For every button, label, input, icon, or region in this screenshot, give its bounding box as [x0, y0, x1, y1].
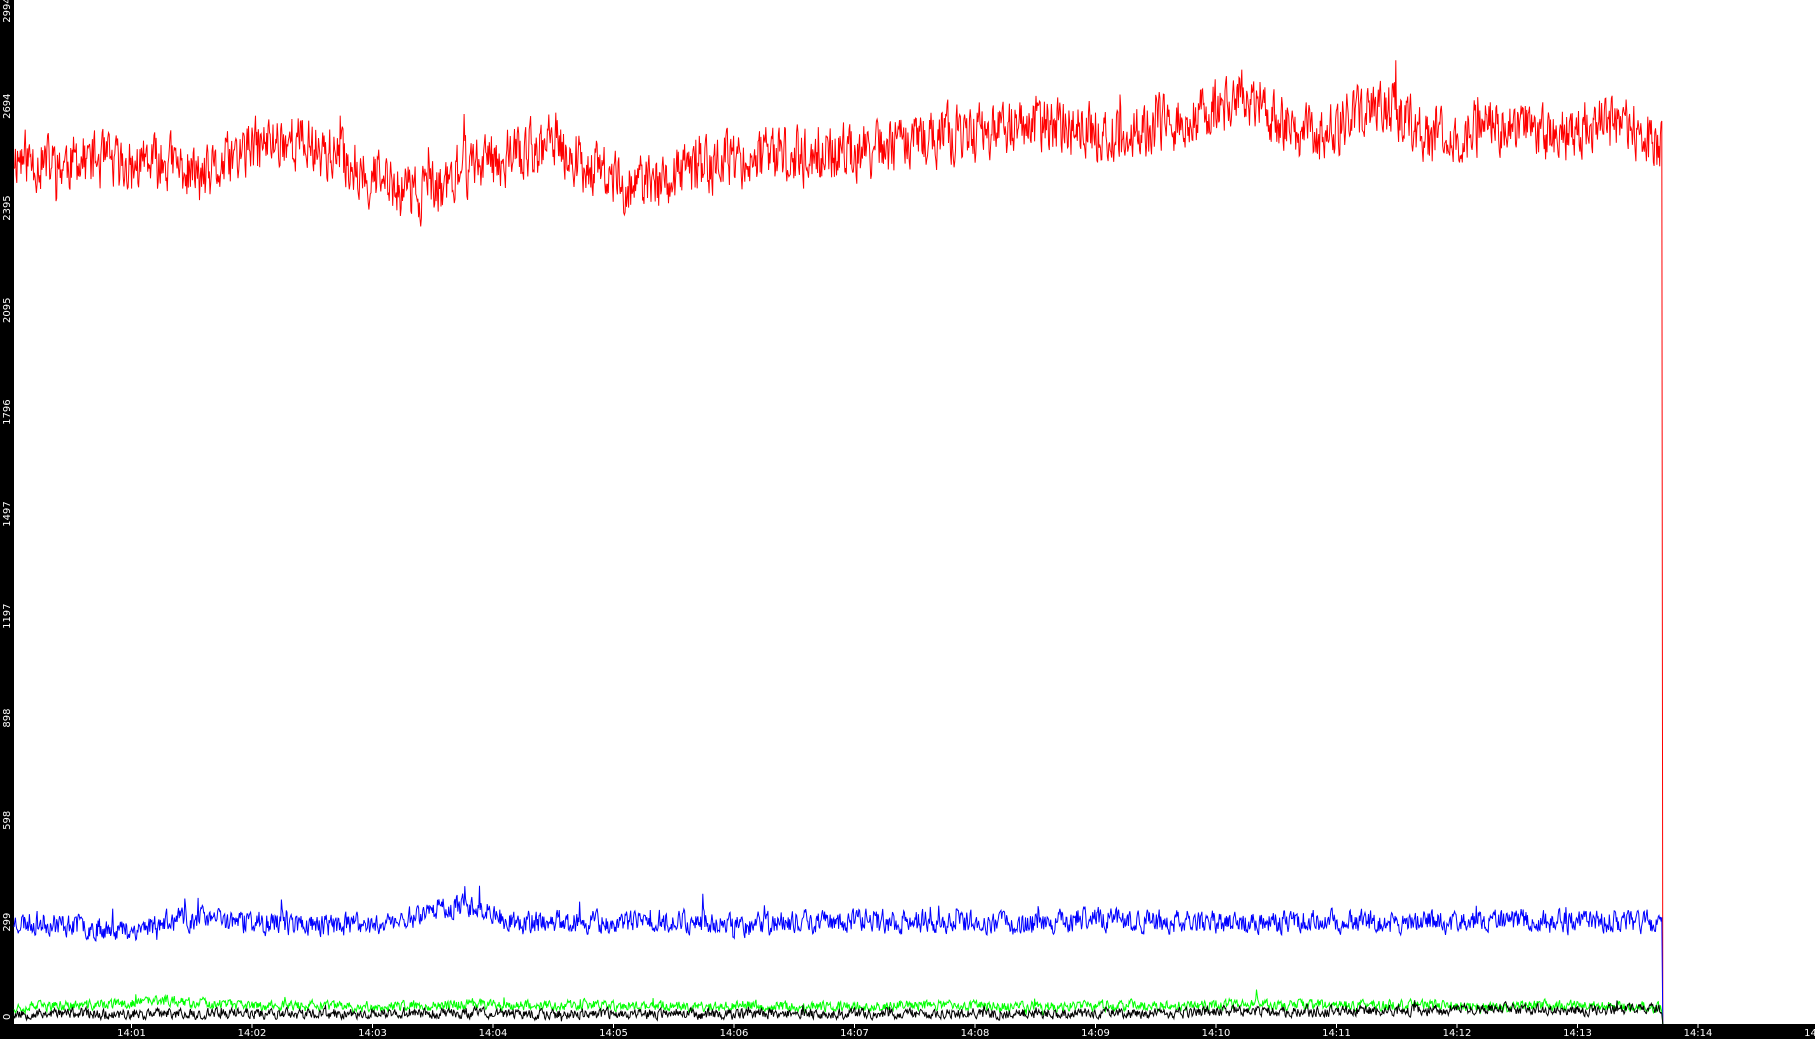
x-tick-label: 14:03 [358, 1028, 387, 1039]
y-tick-label: 1197 [2, 603, 13, 628]
x-tick-label: 14:01 [117, 1028, 146, 1039]
series-layer [13, 60, 1664, 1025]
x-tick-label: 14:06 [720, 1028, 749, 1039]
y-tick-label: 598 [2, 811, 13, 830]
x-tick-label: 14:10 [1202, 1028, 1231, 1039]
x-axis-band [0, 1024, 1815, 1039]
x-tick-label: 14:05 [599, 1028, 628, 1039]
y-tick-label: 2095 [2, 298, 13, 323]
x-tick-label: 14:12 [1443, 1028, 1472, 1039]
line-chart: 0 299 598 898 1197 1497 1796 2095 2395 2694 2994 1… [0, 0, 1815, 1039]
y-tick-label: 2994 [2, 0, 13, 23]
x-tick-label: 14:14 [1684, 1028, 1713, 1039]
x-tick-label: 14:04 [479, 1028, 508, 1039]
x-tick-label: 14:02 [238, 1028, 267, 1039]
x-tick-label: 14:13 [1563, 1028, 1592, 1039]
x-tick-label: 14:15 [1804, 1028, 1815, 1039]
y-tick-label: 1497 [2, 501, 13, 526]
x-tick-label: 14:09 [1081, 1028, 1110, 1039]
y-tick-label: 898 [2, 709, 13, 728]
series-line-0 [13, 60, 1664, 1025]
x-tick-label: 14:11 [1322, 1028, 1351, 1039]
y-tick-label: 0 [2, 1014, 13, 1020]
x-tick-label: 14:07 [840, 1028, 869, 1039]
y-tick-label: 2694 [2, 93, 13, 118]
y-tick-label: 2395 [2, 195, 13, 220]
y-tick-label: 1796 [2, 399, 13, 424]
y-tick-label: 299 [2, 913, 13, 932]
x-tick-label: 14:08 [961, 1028, 990, 1039]
